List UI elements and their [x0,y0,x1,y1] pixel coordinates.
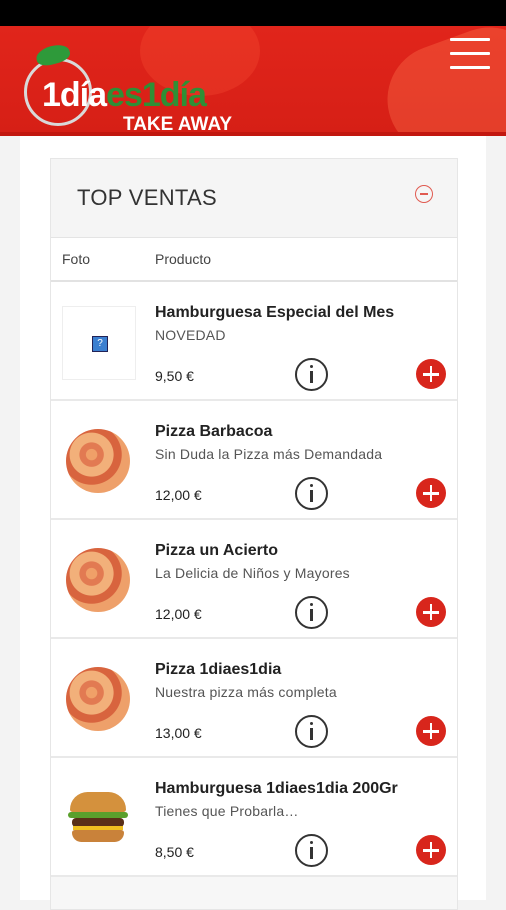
product-row: Hamburguesa 1diaes1dia 200Gr Tienes que … [51,758,457,877]
pizza-image [66,667,130,731]
product-price: 12,00 € [155,606,202,622]
info-icon[interactable] [295,358,328,391]
product-price: 12,00 € [155,487,202,503]
brand-name: 1díaes1día [42,76,207,114]
plus-circle-icon[interactable] [416,359,446,389]
product-description: Tienes que Probarla… [155,803,299,819]
product-description: Sin Duda la Pizza más Demandada [155,446,383,462]
info-icon[interactable] [295,715,328,748]
pizza-image [66,429,130,493]
product-name: Pizza un Acierto [155,542,278,559]
brand-tagline: TAKE AWAY [123,114,233,135]
burger-image [68,792,128,844]
plus-circle-icon[interactable] [416,835,446,865]
column-producto: Producto [155,251,212,267]
product-row: ? Hamburguesa Especial del Mes NOVEDAD 9… [51,282,457,401]
product-price: 13,00 € [155,725,202,741]
product-image-placeholder[interactable]: ? [62,306,136,380]
product-image[interactable] [62,425,134,497]
plus-circle-icon[interactable] [416,478,446,508]
top-ventas-panel: TOP VENTAS Foto Producto ? Hamburguesa E… [50,158,458,910]
pizza-image [66,548,130,612]
product-price: 9,50 € [155,368,194,384]
product-description: NOVEDAD [155,327,226,343]
column-foto: Foto [62,251,91,267]
missing-image-icon: ? [92,336,108,352]
minus-circle-icon[interactable] [415,185,433,203]
product-name: Hamburguesa 1diaes1dia 200Gr [155,780,398,797]
product-description: Nuestra pizza más completa [155,684,337,700]
brand-logo[interactable]: 1díaes1día TAKE AWAY [20,41,250,132]
product-row: Pizza 1diaes1dia Nuestra pizza más compl… [51,639,457,758]
product-row: Pizza Barbacoa Sin Duda la Pizza más Dem… [51,401,457,520]
brand-part-2: es1 [106,76,161,114]
product-row: Pizza un Acierto La Delicia de Niños y M… [51,520,457,639]
info-icon[interactable] [295,834,328,867]
table-header: Foto Producto [51,238,457,282]
app-header: 1díaes1día TAKE AWAY [0,26,506,136]
brand-part-1: 1día [42,76,107,114]
product-name: Hamburguesa Especial del Mes [155,304,395,321]
product-image[interactable] [62,544,134,616]
product-name: Pizza Barbacoa [155,423,273,440]
plus-circle-icon[interactable] [416,716,446,746]
info-icon[interactable] [295,596,328,629]
page-content: TOP VENTAS Foto Producto ? Hamburguesa E… [20,136,486,910]
panel-title: TOP VENTAS [77,185,217,210]
status-bar [0,0,506,26]
product-image[interactable] [62,663,134,735]
product-description: La Delicia de Niños y Mayores [155,565,350,581]
product-image[interactable] [62,782,134,854]
hamburger-menu-icon[interactable] [450,38,490,70]
panel-header[interactable]: TOP VENTAS [51,159,457,238]
product-name: Pizza 1diaes1dia [155,661,282,678]
plus-circle-icon[interactable] [416,597,446,627]
info-icon[interactable] [295,477,328,510]
brand-part-3: día [159,76,207,114]
product-list: ? Hamburguesa Especial del Mes NOVEDAD 9… [51,282,457,877]
product-price: 8,50 € [155,844,194,860]
